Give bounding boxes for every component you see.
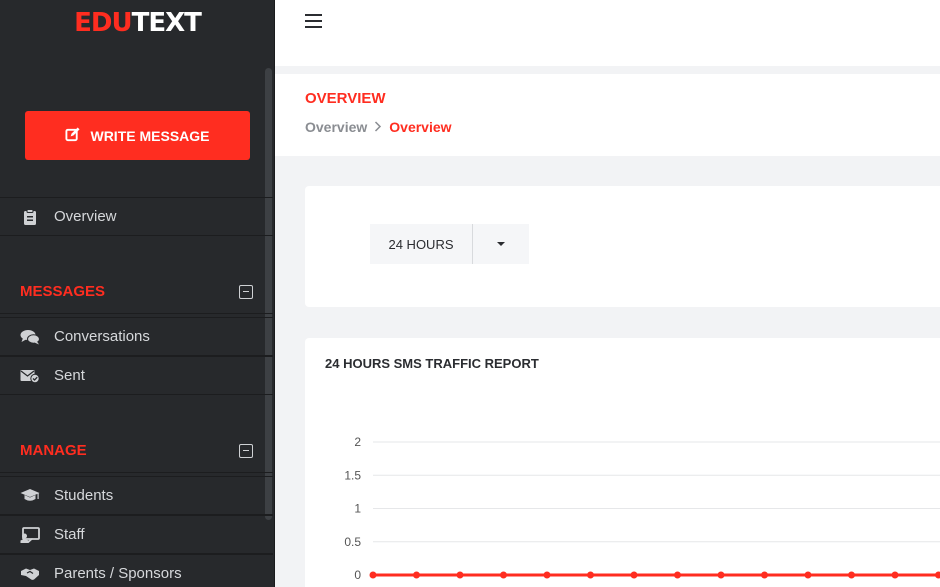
data-point[interactable] bbox=[848, 571, 855, 579]
page-header: OVERVIEW Overview Overview bbox=[275, 74, 940, 156]
section-title: MESSAGES bbox=[20, 283, 106, 300]
sidebar: EDUTEXT WRITE MESSAGE Overview MESSAGES … bbox=[0, 0, 275, 587]
clipboard-icon bbox=[20, 208, 40, 225]
sidebar-item-conversations[interactable]: Conversations bbox=[0, 317, 273, 356]
sidebar-item-label: Sent bbox=[54, 367, 85, 384]
data-point[interactable] bbox=[630, 571, 638, 579]
data-point[interactable] bbox=[761, 571, 768, 579]
write-message-button[interactable]: WRITE MESSAGE bbox=[25, 111, 250, 160]
sidebar-item-label: Overview bbox=[54, 208, 117, 225]
data-point[interactable] bbox=[674, 571, 681, 579]
section-messages: MESSAGES bbox=[0, 270, 273, 314]
filter-card: 24 HOURS bbox=[305, 186, 940, 307]
edit-icon bbox=[65, 126, 81, 145]
sidebar-item-label: Students bbox=[54, 487, 114, 504]
page-title: OVERVIEW bbox=[305, 90, 386, 107]
breadcrumb-link-overview[interactable]: Overview bbox=[305, 119, 367, 135]
data-point[interactable] bbox=[369, 571, 377, 579]
sidebar-item-sent[interactable]: Sent bbox=[0, 356, 273, 395]
app-logo[interactable]: EDUTEXT bbox=[0, 8, 275, 38]
period-select[interactable]: 24 HOURS bbox=[370, 224, 529, 264]
sidebar-item-overview[interactable]: Overview bbox=[0, 197, 273, 236]
y-tick-label: 0 bbox=[354, 568, 361, 582]
top-bar bbox=[275, 0, 940, 66]
sidebar-item-staff[interactable]: Staff bbox=[0, 515, 273, 554]
y-tick-label: 1 bbox=[354, 502, 361, 516]
envelope-check-icon bbox=[20, 369, 40, 383]
period-dropdown-toggle[interactable] bbox=[473, 224, 529, 264]
y-tick-label: 2 bbox=[354, 435, 361, 449]
data-point[interactable] bbox=[935, 571, 940, 579]
logo-text-white: TEXT bbox=[131, 8, 202, 38]
data-point[interactable] bbox=[717, 571, 725, 579]
handshake-icon bbox=[20, 567, 40, 581]
collapse-icon[interactable] bbox=[239, 443, 253, 458]
sidebar-item-label: Parents / Sponsors bbox=[54, 565, 182, 582]
data-point[interactable] bbox=[891, 571, 899, 579]
breadcrumb: Overview Overview bbox=[305, 119, 452, 135]
sms-traffic-report-card: 24 HOURS SMS TRAFFIC REPORT 0 0.5 1 1.5 2 bbox=[305, 338, 940, 587]
comments-icon bbox=[20, 329, 40, 345]
sidebar-item-students[interactable]: Students bbox=[0, 476, 273, 515]
data-point[interactable] bbox=[500, 571, 507, 579]
collapse-icon[interactable] bbox=[239, 284, 253, 299]
chevron-right-icon bbox=[374, 119, 382, 135]
section-title: MANAGE bbox=[20, 442, 87, 459]
sidebar-item-parents-sponsors[interactable]: Parents / Sponsors bbox=[0, 554, 273, 587]
y-tick-label: 1.5 bbox=[344, 468, 361, 482]
breadcrumb-current: Overview bbox=[389, 119, 452, 135]
section-manage: MANAGE bbox=[0, 429, 273, 473]
data-point[interactable] bbox=[456, 571, 464, 579]
write-message-label: WRITE MESSAGE bbox=[90, 127, 210, 144]
logo-text-red: EDU bbox=[74, 8, 132, 38]
data-point[interactable] bbox=[413, 571, 420, 579]
chalkboard-teacher-icon bbox=[20, 526, 40, 543]
traffic-chart: 0 0.5 1 1.5 2 bbox=[344, 435, 940, 582]
data-point[interactable] bbox=[543, 571, 551, 579]
data-point[interactable] bbox=[804, 571, 812, 579]
caret-down-icon bbox=[497, 242, 505, 246]
graduation-cap-icon bbox=[20, 488, 40, 503]
y-tick-label: 0.5 bbox=[344, 535, 361, 549]
period-select-value[interactable]: 24 HOURS bbox=[370, 224, 473, 264]
sidebar-item-label: Conversations bbox=[54, 328, 150, 345]
data-point[interactable] bbox=[587, 571, 594, 579]
sidebar-item-label: Staff bbox=[54, 526, 85, 543]
menu-icon[interactable] bbox=[305, 14, 322, 32]
